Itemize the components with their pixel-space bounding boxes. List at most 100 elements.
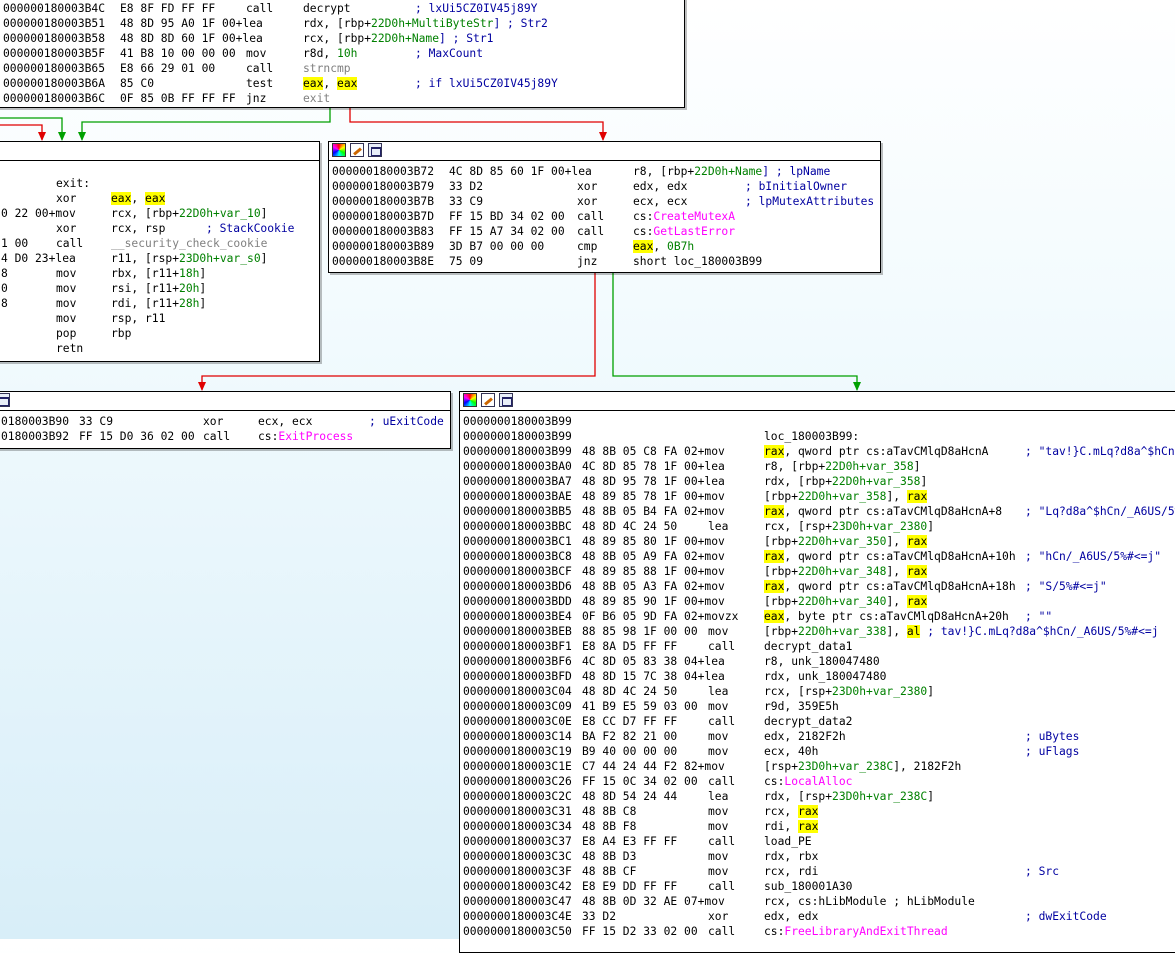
highlighted-register: eax [303,77,324,90]
asm-operands: load_PE [764,834,812,849]
asm-line[interactable]: 0000000180003C42 E8 E9 DD FF FF call sub_18… [460,879,1175,894]
code-block-mutex[interactable]: 000000180003B72 4C 8D 85 60 1F 00+lea r8, … [328,141,881,273]
asm-line[interactable]: 0000000180003C50 FF 15 D2 33 02 00 call cs:… [460,924,1175,939]
operand-text: r8, [rbp+ [633,165,695,178]
asm-line[interactable]: 0000000180003C2C 48 8D 54 24 44 lea rdx, [r… [460,789,1175,804]
asm-line[interactable]: 000000180003B58 48 8D 8D 60 1F 00+lea rcx,… [0,31,684,46]
asm-line[interactable]: 0000000180003C47 48 8B 0D 32 AE 07+mov rcx… [460,894,1175,909]
asm-address: 0000000180003B99 [463,430,572,443]
asm-line[interactable]: 000000180003B65 E8 66 29 01 00 call strncmp [0,61,684,76]
asm-line[interactable]: 0000000180003BF1 E8 8A D5 FF FF call decryp… [460,639,1175,654]
asm-line[interactable]: 0000000180003BAE 48 89 85 78 1F 00+mov [rb… [460,489,1175,504]
asm-line[interactable]: 0000000180003BBC 48 8D 4C 24 50 lea rcx, [r… [460,519,1175,534]
asm-line[interactable]: 0000000180003BE4 0F B6 05 9D FA 02+movzx e… [460,609,1175,624]
edit-icon[interactable] [350,143,364,157]
asm-line[interactable]: 0000000180003C37 E8 A4 E3 FF FF call load_P… [460,834,1175,849]
palette-icon[interactable] [332,143,346,157]
asm-line[interactable]: 0000000180003C09 41 B9 E5 59 03 00 mov r9d,… [460,699,1175,714]
asm-line[interactable]: 0000000180003B99 loc_180003B99: [460,429,1175,444]
asm-line[interactable]: 0000000180003BF6 4C 8D 05 83 38 04+lea r8,… [460,654,1175,669]
asm-line[interactable]: 000000180003B51 48 8D 95 A0 1F 00+lea rdx,… [0,16,684,31]
asm-operands: strncmp [303,61,351,76]
operand-text: ] [927,685,935,698]
asm-line[interactable]: 4 D0 23+lea r11, [rsp+23D0h+var_s0] [0,251,319,266]
edge-true-top-to-exit [0,117,63,140]
asm-line[interactable]: 0000000180003BDD 48 89 85 90 1F 00+mov [rb… [460,594,1175,609]
asm-line[interactable]: 000000180003B8E 75 09 jnz short loc_180003B… [329,254,880,269]
operand-text: rdx, [rbp+ [764,475,833,488]
asm-line[interactable]: xor eax, eax [0,191,319,206]
asm-line[interactable]: 0000000180003BFD 48 8D 15 7C 38 04+lea rdx… [460,669,1175,684]
operand-text: cs: [764,925,785,938]
asm-line[interactable] [0,161,319,176]
asm-comment: ; dwExitCode [1025,910,1107,923]
palette-icon[interactable] [463,393,477,407]
asm-line[interactable]: 000000180003B7D FF 15 BD 34 02 00 call cs:C… [329,209,880,224]
edit-icon[interactable] [481,393,495,407]
asm-line[interactable]: 0000000180003C19 B9 40 00 00 00 mov ecx, 40… [460,744,1175,759]
asm-line[interactable]: 0000000180003C0E E8 CC D7 FF FF call decryp… [460,714,1175,729]
graph-icon[interactable] [0,393,10,407]
code-block-exit[interactable]: exit: xor eax, eax 0 22 00+mov rcx, [rbp+22D… [0,141,320,362]
graph-icon[interactable] [499,393,513,407]
asm-line[interactable]: 0000000180003C3C 48 8B D3 mov rdx, rbx [460,849,1175,864]
asm-line[interactable]: 000000180003B5F 41 B8 10 00 00 00 mov r8d, … [0,46,684,61]
asm-line[interactable]: 0000000180003BD6 48 8B 05 A3 FA 02+mov rax… [460,579,1175,594]
asm-line[interactable]: 000000180003B89 3D B7 00 00 00 cmp eax, 0B7… [329,239,880,254]
asm-line[interactable]: exit: [0,176,319,191]
asm-line[interactable]: 0180003B90 33 C9 xor ecx, ecx ; uExitCode [0,414,450,429]
operand-text: decrypt_data2 [764,715,853,728]
asm-bytes: 0F B6 05 9D FA 02+movzx [582,610,739,623]
code-block-main[interactable]: 0000000180003B99 0000000180003B99 loc_1800… [459,391,1175,953]
asm-line[interactable]: 0000000180003C14 BA F2 82 21 00 mov edx, 21… [460,729,1175,744]
asm-line[interactable]: 0180003B92 FF 15 D0 36 02 00 call cs:ExitPr… [0,429,450,444]
asm-line[interactable]: 000000180003B7B 33 C9 xor ecx, ecx ; lpMutex… [329,194,880,209]
operand-text: ] [913,460,921,473]
asm-operands: rax, qword ptr cs:aTavCMlqD8aHcnA+10h [764,549,1016,564]
asm-line[interactable]: 0000000180003BC1 48 89 85 80 1F 00+mov [rb… [460,534,1175,549]
code-block-top[interactable]: 000000180003B4C E8 8F FD FF FF call decrypt… [0,0,685,108]
asm-line[interactable]: 0000000180003C31 48 8B C8 mov rcx, rax [460,804,1175,819]
asm-line[interactable]: mov rsp, r11 [0,311,319,326]
asm-line[interactable]: 0000000180003C4E 33 D2 xor edx, edx ; dwExit… [460,909,1175,924]
asm-line[interactable]: 0 mov rsi, [r11+20h] [0,281,319,296]
asm-line[interactable]: 0000000180003BCF 48 89 85 88 1F 00+mov [rb… [460,564,1175,579]
asm-line[interactable]: retn [0,341,319,356]
asm-line[interactable]: 000000180003B72 4C 8D 85 60 1F 00+lea r8, … [329,164,880,179]
asm-line[interactable]: 0000000180003C1E C7 44 24 44 F2 82+mov [rs… [460,759,1175,774]
asm-line[interactable]: 0000000180003B99 48 8B 05 C8 FA 02+mov rax… [460,444,1175,459]
asm-line[interactable]: pop rbp [0,326,319,341]
operand-text: rdx, [rbp+ [303,17,372,30]
asm-address: 0180003B92 [1,430,70,443]
asm-mnemonic: call [708,715,736,728]
asm-line[interactable]: 0000000180003C26 FF 15 0C 34 02 00 call cs:… [460,774,1175,789]
asm-line[interactable]: 0000000180003C34 48 8B F8 mov rdi, rax [460,819,1175,834]
asm-line[interactable]: 0000000180003BA7 48 8D 95 78 1F 00+lea rdx… [460,474,1175,489]
asm-line[interactable]: 000000180003B6A 85 C0 test eax, eax ; if lxU… [0,76,684,91]
asm-line[interactable]: 8 mov rbx, [r11+18h] [0,266,319,281]
asm-line[interactable]: 1 00 call __security_check_cookie [0,236,319,251]
asm-line[interactable]: 0000000180003B99 [460,414,1175,429]
asm-line[interactable]: 0000000180003BEB 88 85 98 1F 00 00 mov [rbp… [460,624,1175,639]
asm-line[interactable]: 000000180003B6C 0F 85 0B FF FF FF jnz exit [0,91,684,106]
asm-line[interactable]: xor rcx, rsp ; StackCookie [0,221,319,236]
asm-line[interactable]: 8 mov rdi, [r11+28h] [0,296,319,311]
asm-address: 000000180003B6C [3,92,106,105]
asm-line[interactable]: 0 22 00+mov rcx, [rbp+22D0h+var_10] [0,206,319,221]
asm-bytes: 48 89 85 80 1F 00+mov [582,535,725,548]
operand-text: ], 2182F2h [893,760,962,773]
operand-text: , qword ptr cs:aTavCMlqD8aHcnA+18h [784,580,1016,593]
asm-bytes: E8 8A D5 FF FF [582,640,678,653]
highlighted-register: rax [764,580,785,593]
asm-line[interactable]: 0000000180003BA0 4C 8D 85 78 1F 00+lea r8,… [460,459,1175,474]
code-block-exitprocess[interactable]: 0180003B90 33 C9 xor ecx, ecx; uExitCode 018… [0,391,451,449]
asm-mnemonic: xor [203,415,224,428]
graph-icon[interactable] [368,143,382,157]
asm-line[interactable]: 0000000180003BB5 48 8B 05 B4 FA 02+mov rax… [460,504,1175,519]
asm-line[interactable]: 000000180003B83 FF 15 A7 34 02 00 call cs:G… [329,224,880,239]
asm-line[interactable]: 0000000180003C04 48 8D 4C 24 50 lea rcx, [r… [460,684,1175,699]
asm-line[interactable]: 0000000180003BC8 48 8B 05 A9 FA 02+mov rax… [460,549,1175,564]
asm-line[interactable]: 000000180003B79 33 D2 xor edx, edx ; bInitia… [329,179,880,194]
asm-line[interactable]: 0000000180003C3F 48 8B CF mov rcx, rdi ; Src [460,864,1175,879]
asm-line[interactable]: 000000180003B4C E8 8F FD FF FF call decrypt… [0,1,684,16]
